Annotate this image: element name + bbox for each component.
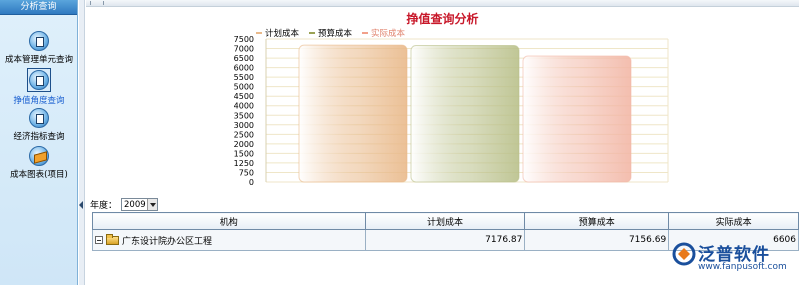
y-tick-label: 2500: [234, 130, 254, 139]
legend-item-actual: 实际成本: [362, 27, 405, 39]
collapse-toggle-icon[interactable]: [95, 236, 103, 244]
book-icon: [29, 146, 49, 166]
sidebar-item-label: 挣值角度查询: [13, 96, 65, 106]
sidebar-item-cost-chart-project[interactable]: 成本图表(项目): [0, 146, 78, 180]
y-tick-label: 7000: [234, 45, 254, 54]
sidebar-item-label: 成本图表(项目): [10, 170, 68, 180]
legend-label: 预算成本: [318, 29, 353, 39]
sidebar: 分析查询 成本管理单元查询 挣值角度查询 经济指标查询 成本图表(项目): [0, 0, 78, 285]
sidebar-collapse-strip[interactable]: [79, 0, 85, 285]
document-icon: [29, 70, 49, 90]
y-tick-label: 7500: [234, 35, 254, 44]
document-icon: [29, 31, 49, 51]
plan-cost-cell: 7176.87: [364, 229, 526, 251]
bar-1[interactable]: [410, 45, 520, 183]
legend-swatch: [256, 32, 262, 34]
legend-swatch: [309, 32, 316, 34]
y-tick-label: 4000: [234, 102, 254, 111]
sidebar-title: 分析查询: [0, 0, 77, 15]
selection-frame: [27, 68, 51, 92]
legend-item-plan: 计划成本: [256, 27, 299, 39]
y-tick-label: 750: [239, 168, 254, 177]
chart-title: 挣值查询分析: [406, 12, 479, 26]
y-tick-label: 5500: [234, 73, 254, 82]
year-value: 2009: [124, 199, 146, 210]
top-toolbar-strip: [86, 0, 799, 7]
sidebar-item-cost-unit-query[interactable]: 成本管理单元查询: [0, 31, 78, 65]
column-header-plan[interactable]: 计划成本: [364, 212, 526, 230]
legend-label: 计划成本: [265, 29, 300, 39]
sidebar-item-label: 经济指标查询: [13, 132, 65, 142]
y-tick-label: 1250: [234, 159, 254, 168]
y-tick-label: 6000: [234, 64, 254, 73]
y-tick-label: 6500: [234, 54, 254, 63]
sidebar-item-economic-indicator-query[interactable]: 经济指标查询: [0, 108, 78, 142]
chart-area: 7500 7000 6500 6000 5500 5000 4500 4000 3500 3000…: [86, 7, 799, 197]
bar-0[interactable]: [298, 44, 408, 183]
chevron-down-icon[interactable]: [147, 199, 158, 210]
org-name: 广东设计院办公区工程: [122, 236, 213, 247]
y-tick-label: 3000: [234, 121, 254, 130]
document-icon: [29, 108, 49, 128]
year-filter: 年度： 2009: [90, 198, 159, 211]
logo-mark-icon: [672, 242, 696, 266]
y-tick-label: 0: [249, 178, 254, 187]
collapse-arrow-icon[interactable]: [79, 201, 83, 209]
column-header-actual[interactable]: 实际成本: [668, 212, 799, 230]
sidebar-item-label: 成本管理单元查询: [4, 55, 73, 65]
org-cell: 广东设计院办公区工程: [92, 229, 366, 251]
y-tick-label: 3500: [234, 111, 254, 120]
earned-value-chart: 7500700065006000550050004500400035003000…: [234, 35, 669, 187]
legend-swatch: [362, 32, 369, 34]
bar-2[interactable]: [522, 55, 632, 183]
sidebar-item-earned-value-query[interactable]: 挣值角度查询: [0, 68, 78, 106]
grip-icon: [90, 1, 104, 5]
y-tick-label: 4500: [234, 92, 254, 101]
y-tick-label: 2000: [234, 140, 254, 149]
legend-item-budget: 预算成本: [309, 27, 352, 39]
column-header-org[interactable]: 机构: [92, 212, 366, 230]
year-label: 年度：: [90, 201, 118, 211]
table-header-row: 机构 计划成本 预算成本 实际成本: [92, 212, 799, 230]
y-tick-label: 5000: [234, 83, 254, 92]
legend-label: 实际成本: [371, 29, 406, 39]
y-tick-label: 1500: [234, 149, 254, 158]
chart-legend: 计划成本 预算成本 实际成本: [256, 27, 405, 39]
budget-cost-cell: 7156.69: [524, 229, 670, 251]
logo-url: www.fanpusoft.com: [698, 262, 787, 272]
year-select[interactable]: 2009: [121, 198, 159, 211]
column-header-budget[interactable]: 预算成本: [524, 212, 670, 230]
folder-open-icon: [106, 233, 119, 245]
brand-logo: 泛普软件 www.fanpusoft.com: [670, 238, 799, 285]
